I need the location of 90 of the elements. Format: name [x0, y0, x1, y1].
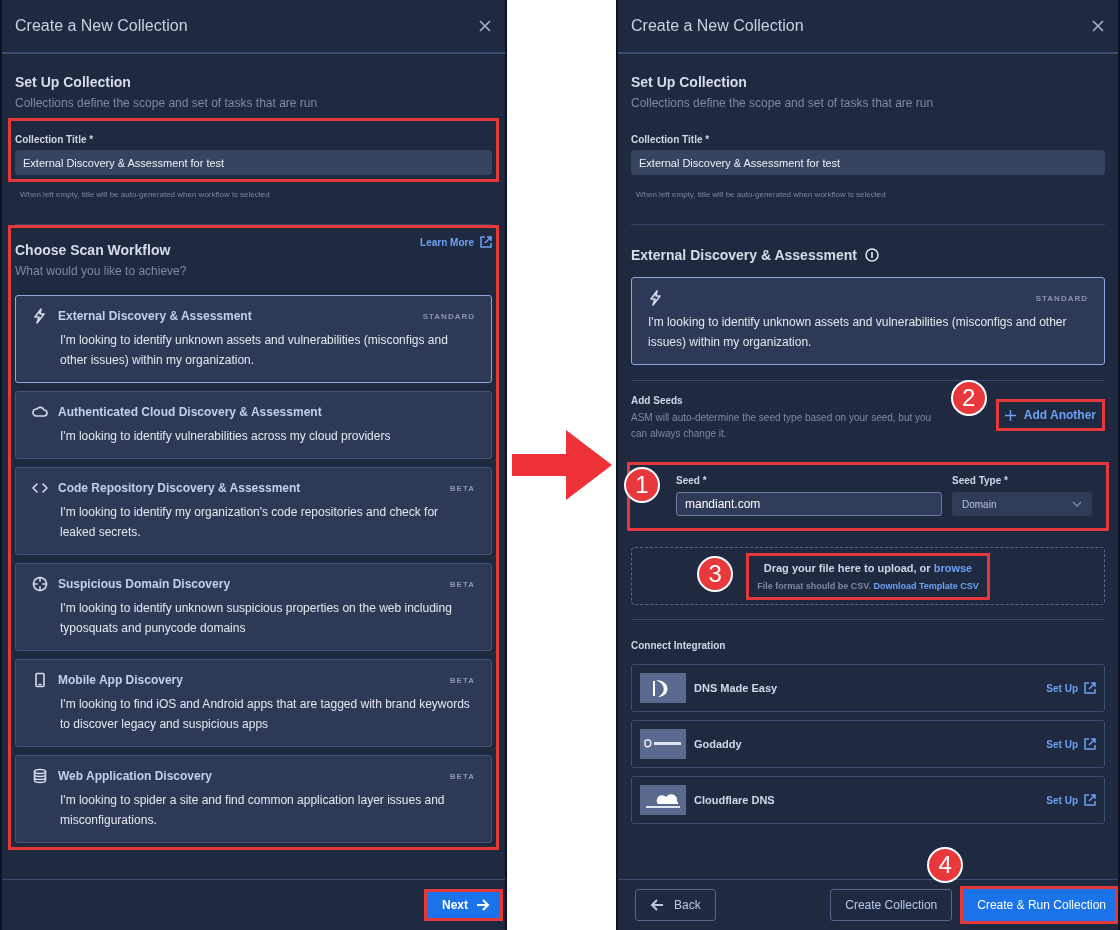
section-heading: Add Seeds — [631, 395, 684, 406]
browse-link[interactable]: browse — [933, 561, 973, 574]
section-heading: Connect Integration — [631, 640, 727, 651]
card-title: External Discovery & Assessment — [58, 309, 253, 323]
back-button[interactable]: Back — [635, 889, 716, 921]
callout-number: 3 — [697, 555, 734, 592]
info-icon — [864, 248, 879, 262]
workflow-card[interactable]: Suspicious Domain Discovery BETA I'm looking to identify unknown suspicious properties on the web including typosquats and punycode domains — [15, 563, 492, 651]
cloud-icon — [32, 404, 48, 420]
create-run-button[interactable]: Create & Run Collection — [963, 889, 1115, 921]
arrow-right-icon — [511, 430, 612, 500]
chevron-down-icon — [1072, 501, 1082, 507]
section-subtitle: Collections define the scope and set of tasks that are run — [631, 96, 935, 110]
tier-label: STANDARD — [1035, 293, 1088, 303]
integration-name: Godaddy — [694, 738, 743, 750]
card-title: Code Repository Discovery & Assessment — [58, 481, 302, 495]
arrow-left-icon — [650, 899, 664, 911]
field-hint: When left empty, title will be auto-generated when workflow is selected — [636, 190, 887, 199]
learn-more-link[interactable]: Learn More — [420, 236, 492, 248]
external-link-icon — [1084, 682, 1096, 694]
integration-name: Cloudflare DNS — [694, 794, 776, 806]
crosshair-icon — [32, 576, 48, 592]
field-label: Collection Title * — [15, 134, 95, 145]
callout-number: 1 — [624, 467, 660, 503]
format-note: File format should be CSV. Download Template CSV — [757, 580, 979, 591]
integration-name: DNS Made Easy — [694, 682, 779, 694]
workflow-card[interactable]: External Discovery & Assessment STANDARD I'm looking to identify unknown assets and vulnerabilities (misconfigs and other issues) within my organization. — [15, 295, 492, 383]
plus-icon — [1004, 409, 1016, 421]
section-heading: Set Up Collection — [15, 74, 132, 90]
next-button[interactable]: Next — [427, 892, 500, 918]
close-icon[interactable] — [1092, 20, 1104, 32]
code-icon — [32, 480, 48, 496]
field-label: Seed Type * — [952, 475, 1009, 486]
field-label: Seed * — [676, 475, 708, 486]
template-link[interactable]: Download Template CSV — [873, 580, 979, 591]
card-description: I'm looking to identify vulnerabilities across my cloud providers — [59, 428, 392, 445]
tier-label: STANDARD — [422, 311, 475, 321]
create-collection-button[interactable]: Create Collection — [830, 889, 953, 921]
field-label: Collection Title * — [631, 134, 711, 145]
workflow-card[interactable]: Code Repository Discovery & Assessment BETA I'm looking to identify my organization's code repositories and check for leaked secrets. — [15, 467, 492, 555]
integration-logo — [640, 673, 686, 703]
section-subtitle: What would you like to achieve? — [15, 264, 187, 278]
integration-logo — [640, 729, 686, 759]
card-description: I'm looking to identify my organization's code repositories and check for leaked secrets. — [59, 504, 440, 541]
phone-icon — [32, 672, 48, 688]
card-description: I'm looking to spider a site and find common application layer issues and misconfigurations. — [59, 792, 446, 829]
lightning-icon — [648, 290, 664, 306]
card-title: Mobile App Discovery — [58, 673, 184, 687]
callout-number: 4 — [927, 847, 964, 883]
add-another-button[interactable]: Add Another — [998, 402, 1102, 428]
field-hint: When left empty, title will be auto-generated when workflow is selected — [20, 190, 271, 199]
lightning-icon — [32, 308, 48, 324]
tier-label: BETA — [449, 771, 475, 781]
external-link-icon — [480, 236, 492, 248]
tier-label: BETA — [449, 579, 475, 589]
tier-label: BETA — [449, 483, 475, 493]
workflow-card[interactable]: Mobile App Discovery BETA I'm looking to find iOS and Android apps that are tagged with brand keywords to discover legacy and suspicious apps — [15, 659, 492, 747]
arrow-right-icon — [476, 899, 490, 911]
dialog-title: Create a New Collection — [631, 17, 804, 35]
section-description: ASM will auto-determine the seed type based on your seed, but you can always change it. — [631, 411, 933, 441]
card-title: Suspicious Domain Discovery — [58, 577, 232, 591]
upload-prompt: Drag your file here to upload, or browse — [763, 561, 973, 574]
workflow-card[interactable]: STANDARD I'm looking to identify unknown assets and vulnerabilities (misconfigs and other issues) within my organization. — [631, 277, 1105, 365]
set-up-link[interactable]: Set Up — [1046, 794, 1096, 806]
dialog-title: Create a New Collection — [15, 17, 188, 35]
workflow-card[interactable]: Web Application Discovery BETA I'm looking to spider a site and find common application layer issues and misconfigurations. — [15, 755, 492, 843]
external-link-icon — [1084, 738, 1096, 750]
card-description: I'm looking to identify unknown assets and vulnerabilities (misconfigs and other issues) within my organization. — [59, 332, 449, 369]
card-title: Web Application Discovery — [58, 769, 214, 783]
section-heading: Set Up Collection — [631, 74, 748, 90]
tier-label: BETA — [449, 675, 475, 685]
card-description: I'm looking to identify unknown suspicious properties on the web including typosquats and punycode domains — [59, 600, 453, 637]
card-title: Authenticated Cloud Discovery & Assessment — [58, 405, 323, 419]
set-up-link[interactable]: Set Up — [1046, 738, 1096, 750]
integration-logo — [640, 785, 686, 815]
external-link-icon — [1084, 794, 1096, 806]
title-field[interactable]: External Discovery & Assessment for test — [15, 150, 492, 175]
seed-field[interactable]: mandiant.com — [676, 492, 942, 516]
database-icon — [32, 768, 48, 784]
section-subtitle: Collections define the scope and set of tasks that are run — [15, 96, 319, 110]
workflow-card[interactable]: Authenticated Cloud Discovery & Assessment I'm looking to identify vulnerabilities across my cloud providers — [15, 391, 492, 459]
set-up-link[interactable]: Set Up — [1046, 682, 1096, 694]
close-icon[interactable] — [479, 20, 491, 32]
card-description: I'm looking to find iOS and Android apps that are tagged with brand keywords to discover legacy and suspicious apps — [59, 696, 471, 733]
callout-number: 2 — [950, 380, 987, 416]
section-heading: External Discovery & Assessment — [631, 247, 857, 263]
title-field[interactable]: External Discovery & Assessment for test — [631, 150, 1105, 175]
card-description: I'm looking to identify unknown assets and vulnerabilities (misconfigs and other issues) within my organization. — [648, 314, 1068, 351]
section-heading: Choose Scan Workflow — [15, 242, 172, 258]
seed-type-dropdown[interactable]: Domain — [952, 492, 1092, 516]
